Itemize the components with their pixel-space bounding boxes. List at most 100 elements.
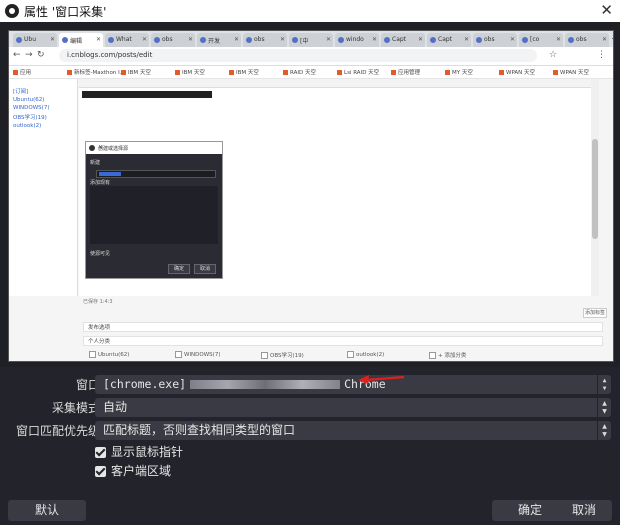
tab-close-icon: ✕	[371, 36, 377, 43]
browser-tab-label: windo	[346, 36, 364, 43]
tab-favicon-icon	[200, 37, 206, 43]
nested-source-dialog: 创建或选择源 ✕ 新建 添加现有 使源可见 确定 取消	[85, 141, 223, 279]
client-area-label: 客户端区域	[111, 464, 172, 478]
scrollbar-thumb	[592, 139, 598, 239]
updown-arrow-icon: ▲ ▼	[597, 375, 611, 394]
browser-tab: obs ✕	[243, 33, 287, 47]
browser-tab-label: obs	[254, 36, 265, 43]
tab-close-icon: ✕	[141, 36, 147, 43]
browser-url: i.cnblogs.com/posts/edit	[59, 49, 537, 62]
page-status: 已保存 1:4:3	[83, 299, 113, 305]
tab-favicon-icon	[16, 37, 22, 43]
show-cursor-label: 显示鼠标指针	[111, 445, 184, 459]
match-priority-value: 匹配标题，否则查找相同类型的窗口	[103, 423, 296, 437]
capture-mode-value: 自动	[103, 400, 128, 414]
nested-dialog-logo-icon	[89, 145, 95, 151]
bookmarks-bar: 应用 新标签-Maxthon I... IBM 天空 IBM 天空 IBM 天空 RAID…	[9, 66, 613, 79]
browser-tab-label: obs	[576, 36, 587, 43]
page-left-column: [订阅] Ubuntu(62) WINDOWS(7) OBS学习(19) outlook…	[9, 79, 78, 296]
tab-close-icon: ✕	[601, 36, 607, 43]
tab-favicon-icon	[292, 37, 298, 43]
defaults-button[interactable]: 默认	[8, 500, 86, 521]
back-icon: ←	[13, 50, 21, 60]
nested-option-new: 新建	[90, 160, 101, 166]
bookmark-item: 应用管理	[391, 68, 420, 76]
left-link: [订阅]	[13, 89, 29, 95]
bookmark-item: WPAN 天空	[553, 68, 589, 76]
client-area-checkbox[interactable]: 客户端区域	[95, 462, 171, 478]
forward-icon: →	[25, 50, 33, 60]
category-option: + 添加分类	[429, 351, 466, 359]
category-option: WINDOWS(7)	[175, 351, 220, 358]
bookmark-item: Lsi RAID 天空	[337, 68, 379, 76]
tab-favicon-icon	[522, 37, 528, 43]
left-link: WINDOWS(7)	[13, 105, 50, 111]
title-bar: 属性 '窗口采集' ✕	[0, 0, 620, 22]
checkmark-icon	[95, 466, 106, 477]
browser-tab-label: [中	[300, 38, 309, 45]
browser-tab-strip: Ubu ✕ 编辑 ✕ What ✕ obs ✕ 开发 ✕ obs ✕ [中 ✕ windo ✕ Capt ✕ Cap…	[9, 31, 613, 47]
show-cursor-checkbox[interactable]: 显示鼠标指针	[95, 443, 183, 459]
menu-icon: ⋮	[597, 50, 606, 60]
browser-tab: obs ✕	[473, 33, 517, 47]
category-option: OBS学习(19)	[261, 351, 304, 359]
tab-close-icon: ✕	[187, 36, 193, 43]
tab-close-icon: ✕	[463, 36, 469, 43]
browser-tab: 开发 ✕	[197, 33, 241, 47]
cancel-button[interactable]: 取消	[556, 500, 612, 521]
browser-address-bar: ← → ↻ i.cnblogs.com/posts/edit ☆ ⋮	[9, 47, 613, 66]
tab-close-icon: ✕	[279, 36, 285, 43]
left-link: OBS学习(19)	[13, 115, 47, 121]
nested-option-existing: 添加现有	[90, 180, 111, 186]
editor-toolbar	[79, 79, 599, 88]
web-page: [订阅] Ubuntu(62) WINDOWS(7) OBS学习(19) outlook…	[9, 79, 613, 361]
tab-favicon-icon	[430, 37, 436, 43]
browser-tab: Capt ✕	[381, 33, 425, 47]
updown-arrow-icon: ▲ ▼	[597, 398, 611, 417]
tab-favicon-icon	[108, 37, 114, 43]
nested-ok-button: 确定	[168, 264, 190, 274]
star-icon: ☆	[549, 50, 558, 60]
nested-visible-checkbox: 使源可见	[90, 251, 111, 257]
new-tab-icon: +	[611, 32, 613, 45]
tab-favicon-icon	[568, 37, 574, 43]
button-bar: 默认 确定 取消	[0, 497, 620, 525]
browser-tab-label: obs	[484, 36, 495, 43]
left-link: Ubuntu(62)	[13, 97, 45, 103]
window-select[interactable]: [chrome.exe] Chrome ▲ ▼	[95, 375, 611, 394]
red-arrow-icon	[358, 375, 405, 384]
browser-tab-label: Capt	[438, 36, 453, 43]
tab-close-icon: ✕	[49, 36, 55, 43]
section-personal: 个人分类	[83, 336, 603, 346]
capture-mode-select[interactable]: 自动 ▲ ▼	[95, 398, 611, 417]
reload-icon: ↻	[37, 50, 45, 60]
section-settings: 发布选项	[83, 322, 603, 332]
category-option: outlook(2)	[347, 351, 384, 358]
browser-tab: obs ✕	[151, 33, 195, 47]
editor-dark-bar	[82, 91, 212, 98]
browser-tab-label: 编辑	[70, 38, 83, 45]
tab-favicon-icon	[62, 37, 68, 43]
bookmark-item: IBM 天空	[229, 68, 259, 76]
checkmark-icon	[95, 447, 106, 458]
browser-tab-label: [co	[530, 36, 540, 43]
bookmark-item: IBM 天空	[175, 68, 205, 76]
browser-tab: Capt ✕	[427, 33, 471, 47]
nested-close-icon: ✕	[98, 144, 104, 151]
browser-tab: windo ✕	[335, 33, 379, 47]
browser-tab: [中 ✕	[289, 33, 333, 47]
window-select-prefix: [chrome.exe]	[103, 377, 187, 391]
nested-cancel-button: 取消	[194, 264, 216, 274]
browser-tab: [co ✕	[519, 33, 563, 47]
capture-mode-label: 采集模式	[51, 401, 100, 415]
capture-preview: Ubu ✕ 编辑 ✕ What ✕ obs ✕ 开发 ✕ obs ✕ [中 ✕ windo ✕ Capt ✕ Cap…	[8, 30, 614, 362]
window-title: 属性 '窗口采集'	[24, 5, 107, 19]
tab-close-icon: ✕	[417, 36, 423, 43]
match-priority-select[interactable]: 匹配标题，否则查找相同类型的窗口 ▲ ▼	[95, 421, 611, 440]
tab-favicon-icon	[384, 37, 390, 43]
browser-tab-label: 开发	[208, 38, 221, 45]
obs-logo-icon	[5, 4, 19, 18]
browser-tab: What ✕	[105, 33, 149, 47]
left-link: outlook(2)	[13, 123, 42, 129]
close-icon[interactable]: ✕	[600, 1, 613, 19]
